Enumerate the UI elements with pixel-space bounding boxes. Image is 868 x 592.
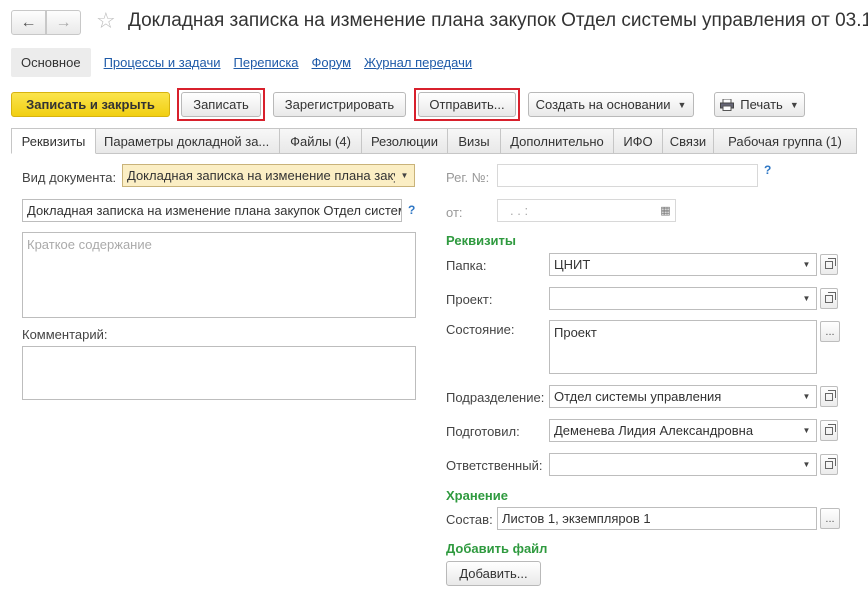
reg-number-field[interactable] <box>497 164 758 187</box>
state-label: Состояние: <box>446 322 515 337</box>
summary-placeholder: Краткое содержание <box>27 237 152 252</box>
requisites-header: Реквизиты <box>446 233 516 248</box>
nav-forum-link[interactable]: Форум <box>312 55 352 70</box>
save-button[interactable]: Записать <box>181 92 261 117</box>
arrow-left-icon: ← <box>20 13 37 31</box>
form-navigation: Основное Процессы и задачи Переписка Фор… <box>11 46 472 78</box>
tab-links[interactable]: Связи <box>663 128 714 154</box>
favorite-star-icon[interactable]: ☆ <box>96 8 116 34</box>
chevron-down-icon: ▼ <box>802 294 811 303</box>
chevron-down-icon: ▼ <box>802 460 811 469</box>
calendar-button[interactable]: ▦ <box>656 199 676 222</box>
arrow-right-icon: → <box>55 13 72 31</box>
open-form-icon <box>825 291 836 303</box>
chevron-down-icon: ▼ <box>802 260 811 269</box>
chevron-down-icon: ▼ <box>677 99 687 110</box>
ellipsis-icon: ... <box>825 512 835 525</box>
composition-select-button[interactable]: ... <box>820 508 840 529</box>
doc-type-field[interactable]: Докладная записка на изменение плана зак… <box>122 164 396 187</box>
create-based-on-label: Создать на основании <box>535 97 671 112</box>
date-label: от: <box>446 205 463 220</box>
nav-main[interactable]: Основное <box>11 47 91 77</box>
print-label: Печать <box>740 97 783 112</box>
chevron-down-icon: ▼ <box>400 171 409 180</box>
create-based-on-button[interactable]: Создать на основании ▼ <box>528 92 694 117</box>
doc-type-dropdown[interactable]: ▼ <box>395 164 415 187</box>
project-label: Проект: <box>446 292 493 307</box>
folder-open-button[interactable] <box>820 254 838 275</box>
open-form-icon <box>825 389 836 401</box>
calendar-icon: ▦ <box>660 205 671 217</box>
open-form-icon <box>825 257 836 269</box>
save-and-close-button[interactable]: Записать и закрыть <box>11 92 170 117</box>
window-title: Докладная записка на изменение плана зак… <box>128 10 868 31</box>
tab-files[interactable]: Файлы (4) <box>280 128 362 154</box>
project-dropdown[interactable]: ▼ <box>797 287 817 310</box>
project-open-button[interactable] <box>820 288 838 309</box>
prepared-by-field[interactable]: Деменева Лидия Александровна <box>549 419 798 442</box>
nav-processes-link[interactable]: Процессы и задачи <box>104 55 221 70</box>
tab-visas[interactable]: Визы <box>448 128 501 154</box>
composition-label: Состав: <box>446 512 493 527</box>
send-button[interactable]: Отправить... <box>418 92 516 117</box>
prepared-by-open-button[interactable] <box>820 420 838 441</box>
chevron-down-icon: ▼ <box>802 426 811 435</box>
help-icon[interactable]: ? <box>764 163 771 177</box>
department-dropdown[interactable]: ▼ <box>797 385 817 408</box>
state-field[interactable]: Проект <box>549 320 817 374</box>
department-label: Подразделение: <box>446 390 545 405</box>
prepared-by-label: Подготовил: <box>446 424 520 439</box>
department-open-button[interactable] <box>820 386 838 407</box>
tab-bar: Реквизиты Параметры докладной за... Файл… <box>11 128 857 154</box>
date-field[interactable]: . . : <box>497 199 657 222</box>
chevron-down-icon: ▼ <box>802 392 811 401</box>
forward-button[interactable]: → <box>46 10 81 35</box>
chevron-down-icon: ▼ <box>789 99 799 110</box>
tab-working-group[interactable]: Рабочая группа (1) <box>714 128 857 154</box>
project-field[interactable] <box>549 287 798 310</box>
tab-ifo[interactable]: ИФО <box>614 128 663 154</box>
folder-label: Папка: <box>446 258 487 273</box>
state-select-button[interactable]: ... <box>820 321 840 342</box>
doc-type-label: Вид документа: <box>22 170 117 185</box>
folder-field[interactable]: ЦНИТ <box>549 253 798 276</box>
comment-textarea[interactable] <box>22 346 416 400</box>
add-file-button[interactable]: Добавить... <box>446 561 541 586</box>
register-button[interactable]: Зарегистрировать <box>273 92 406 117</box>
prepared-by-dropdown[interactable]: ▼ <box>797 419 817 442</box>
responsible-field[interactable] <box>549 453 798 476</box>
storage-header: Хранение <box>446 488 508 503</box>
responsible-label: Ответственный: <box>446 458 543 473</box>
folder-dropdown[interactable]: ▼ <box>797 253 817 276</box>
printer-icon <box>720 98 735 111</box>
department-field[interactable]: Отдел системы управления <box>549 385 798 408</box>
nav-correspondence-link[interactable]: Переписка <box>234 55 299 70</box>
subject-field[interactable]: Докладная записка на изменение плана зак… <box>22 199 402 222</box>
tab-requisites[interactable]: Реквизиты <box>11 128 96 154</box>
summary-textarea[interactable]: Краткое содержание <box>22 232 416 318</box>
responsible-dropdown[interactable]: ▼ <box>797 453 817 476</box>
ellipsis-icon: ... <box>825 325 835 338</box>
tab-memo-parameters[interactable]: Параметры докладной за... <box>96 128 280 154</box>
tab-resolutions[interactable]: Резолюции <box>362 128 448 154</box>
nav-transfer-log-link[interactable]: Журнал передачи <box>364 55 472 70</box>
back-button[interactable]: ← <box>11 10 46 35</box>
help-icon[interactable]: ? <box>408 203 415 217</box>
open-form-icon <box>825 423 836 435</box>
tab-additional[interactable]: Дополнительно <box>501 128 614 154</box>
comment-label: Комментарий: <box>22 327 108 342</box>
print-button[interactable]: Печать ▼ <box>714 92 805 117</box>
responsible-open-button[interactable] <box>820 454 838 475</box>
composition-field[interactable]: Листов 1, экземпляров 1 <box>497 507 817 530</box>
open-form-icon <box>825 457 836 469</box>
add-file-header: Добавить файл <box>446 541 548 556</box>
reg-number-label: Рег. №: <box>446 170 490 185</box>
